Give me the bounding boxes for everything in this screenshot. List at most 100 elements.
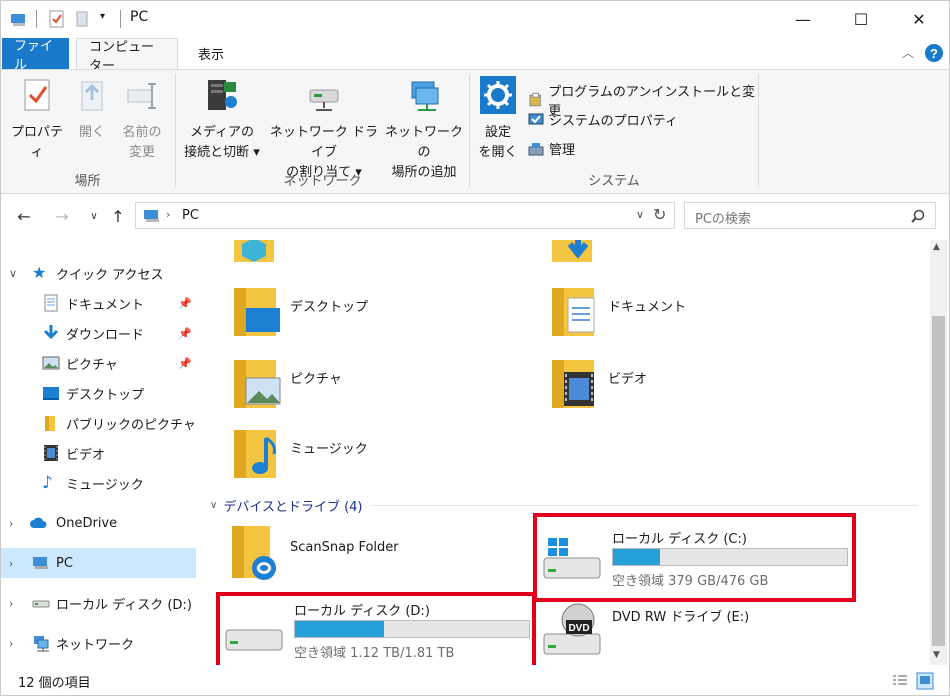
window-title: PC — [130, 9, 149, 25]
media-button[interactable]: メディアの 接続と切断 ▾ — [178, 76, 266, 163]
nav-item-documents[interactable]: ドキュメント 📌 — [0, 288, 196, 318]
folder-label: ピクチャ — [290, 372, 342, 387]
open-icon — [81, 81, 103, 111]
pin-icon[interactable]: 📌 — [178, 357, 192, 370]
nav-quick-access[interactable]: ∨ ★ クイック アクセス — [0, 258, 196, 288]
folder-documents[interactable]: ドキュメント — [550, 286, 860, 348]
address-bar[interactable]: › PC ∨ ↻ — [135, 202, 675, 229]
title-bar: ▾ PC — ☐ ✕ — [0, 0, 950, 38]
details-view-icon[interactable] — [892, 673, 908, 689]
tab-file[interactable]: ファイル — [2, 38, 69, 73]
system-properties-icon — [528, 113, 544, 124]
open-button[interactable]: 開く — [70, 76, 114, 143]
breadcrumb-separator-icon[interactable]: › — [166, 208, 170, 221]
settings-label-2: を開く — [478, 145, 518, 160]
collapse-ribbon-icon[interactable]: ︿ — [902, 44, 914, 61]
music-folder-icon — [234, 430, 276, 478]
properties-icon — [24, 79, 50, 111]
devices-section-header[interactable]: ∨ デバイスとドライブ (4) — [210, 495, 918, 515]
network-group: メディアの 接続と切断 ▾ ネットワーク ドライブ の割り当て ▾ ネットワーク… — [176, 70, 469, 193]
nav-item-pictures[interactable]: ピクチャ 📌 — [0, 348, 196, 378]
rename-button[interactable]: 名前の 変更 — [114, 76, 170, 163]
folder-desktop[interactable]: デスクトップ — [232, 286, 542, 348]
close-button[interactable]: ✕ — [890, 0, 948, 38]
collapsed-chevron-icon[interactable]: › — [9, 637, 13, 650]
minimize-button[interactable]: — — [774, 0, 832, 38]
desktop-folder-icon — [234, 288, 280, 336]
recent-locations-button[interactable]: ∨ — [82, 204, 106, 228]
nav-network[interactable]: › ネットワーク — [0, 628, 196, 658]
refresh-icon[interactable]: ↻ — [653, 205, 666, 224]
manage-label: 管理 — [549, 143, 576, 158]
download-icon — [43, 325, 59, 340]
search-icon[interactable] — [911, 209, 925, 223]
maximize-button[interactable]: ☐ — [832, 0, 890, 38]
folder-pictures[interactable]: ピクチャ — [232, 358, 542, 420]
properties-button[interactable]: プロパティ — [6, 76, 68, 163]
nav-item-desktop[interactable]: デスクトップ — [0, 378, 196, 408]
3d-objects-folder-icon[interactable] — [234, 240, 280, 268]
desktop-icon — [43, 387, 59, 400]
large-icons-view-icon[interactable] — [916, 672, 934, 690]
nav-label: PC — [56, 555, 73, 571]
back-button[interactable]: ← — [12, 204, 36, 228]
manage-button[interactable]: 管理 — [528, 139, 575, 158]
media-label-2: 接続と切断 ▾ — [184, 145, 260, 160]
section-collapse-icon[interactable]: ∨ — [210, 500, 217, 511]
collapsed-chevron-icon[interactable]: › — [9, 517, 13, 530]
settings-label-1: 設定 — [484, 125, 511, 140]
nav-label: ビデオ — [66, 447, 106, 463]
breadcrumb-pc[interactable]: PC — [182, 208, 199, 223]
drive-name: ScanSnap Folder — [290, 540, 399, 555]
tab-view[interactable]: 表示 — [184, 38, 238, 69]
pin-icon[interactable]: 📌 — [178, 297, 192, 310]
tab-computer[interactable]: コンピューター — [76, 38, 178, 74]
scroll-down-icon[interactable]: ▼ — [933, 650, 940, 660]
vertical-scrollbar[interactable]: ▲ ▼ — [930, 240, 947, 665]
collapsed-chevron-icon[interactable]: › — [9, 557, 13, 570]
nav-item-downloads[interactable]: ダウンロード 📌 — [0, 318, 196, 348]
pictures-folder-icon — [234, 360, 281, 408]
nav-local-disk-d[interactable]: › ローカル ディスク (D:) — [0, 588, 196, 618]
customize-qa-icon[interactable]: ▾ — [100, 11, 105, 22]
pin-icon[interactable]: 📌 — [178, 327, 192, 340]
drive-e[interactable]: DVD DVD RW ドライブ (E:) — [540, 596, 850, 665]
nav-onedrive[interactable]: › OneDrive — [0, 508, 196, 538]
system-group: 設定 を開く プログラムのアンインストールと変更 システムのプロパティ 管理 シ… — [470, 70, 758, 193]
nav-pc[interactable]: › PC — [0, 548, 196, 578]
open-settings-button[interactable]: 設定 を開く — [474, 76, 522, 163]
collapsed-chevron-icon[interactable]: › — [9, 597, 13, 610]
folder-label: ミュージック — [290, 442, 368, 457]
nav-item-music[interactable]: ♪ ミュージック — [0, 468, 196, 498]
new-folder-icon[interactable] — [74, 10, 92, 28]
folder-icon — [45, 416, 55, 431]
system-properties-button[interactable]: システムのプロパティ — [528, 110, 678, 129]
svg-text:DVD: DVD — [568, 623, 589, 634]
documents-folder-icon — [552, 288, 595, 336]
highlight-box-c — [533, 513, 856, 602]
folder-label: ドキュメント — [608, 300, 687, 315]
up-button[interactable]: ↑ — [106, 204, 130, 228]
scansnap-folder[interactable]: ScanSnap Folder — [228, 524, 538, 594]
folder-music[interactable]: ミュージック — [232, 428, 542, 490]
scrollbar-thumb[interactable] — [932, 316, 945, 646]
help-icon[interactable]: ? — [924, 43, 944, 63]
map-drive-button[interactable]: ネットワーク ドライブ の割り当て ▾ — [266, 76, 382, 183]
nav-item-videos[interactable]: ビデオ — [0, 438, 196, 468]
highlight-box-d — [216, 592, 536, 665]
map-drive-label-1: ネットワーク ドライブ — [269, 125, 379, 160]
settings-gear-icon — [480, 76, 516, 114]
downloads-folder-icon[interactable] — [552, 240, 598, 268]
nav-item-public-pictures[interactable]: パブリックのピクチャ — [0, 408, 196, 438]
search-box[interactable]: PCの検索 — [684, 202, 936, 229]
add-network-location-button[interactable]: ネットワークの 場所の追加 — [382, 76, 466, 183]
properties-icon[interactable] — [48, 10, 66, 28]
file-list: デスクトップ ドキュメント ピクチャ ビデオ ミュージック ∨ デバイスとドライ… — [200, 240, 930, 665]
forward-button[interactable]: → — [50, 204, 74, 228]
pc-icon[interactable] — [10, 10, 28, 28]
search-input[interactable]: PCの検索 — [695, 208, 751, 227]
expanded-chevron-icon[interactable]: ∨ — [9, 267, 17, 280]
address-dropdown-icon[interactable]: ∨ — [636, 208, 644, 221]
scroll-up-icon[interactable]: ▲ — [933, 242, 940, 252]
folder-videos[interactable]: ビデオ — [550, 358, 860, 420]
